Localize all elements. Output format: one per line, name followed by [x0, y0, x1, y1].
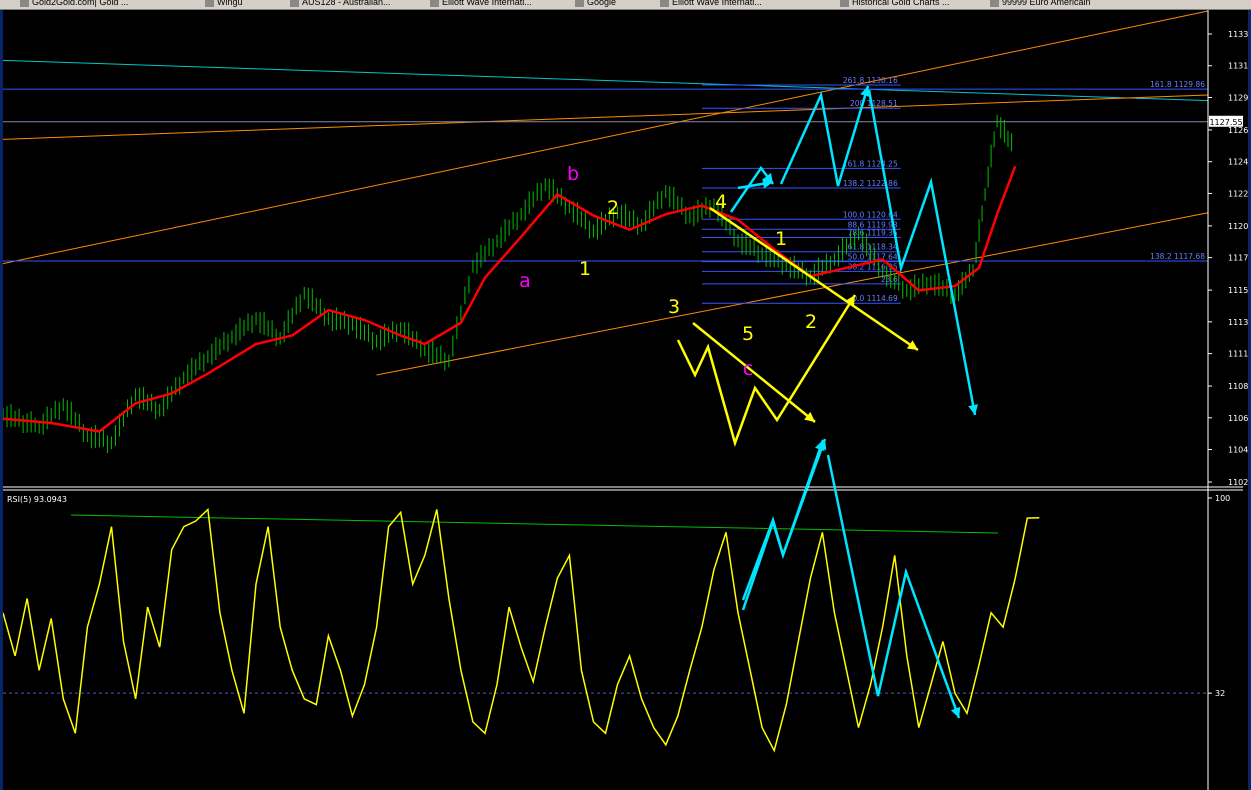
- browser-tab-3[interactable]: Elliott Wave Internati...: [430, 0, 532, 9]
- rsi-title: RSI(5) 93.0943: [7, 495, 67, 504]
- rsi-tick-label: 32: [1215, 689, 1225, 698]
- browser-tab-2[interactable]: AUS128 - Australian...: [290, 0, 391, 9]
- price-tick-label: 1115.62: [1228, 286, 1248, 295]
- browser-tab-label: 99999 Euro Americain: [1002, 0, 1091, 7]
- page-icon: [660, 0, 669, 8]
- current-price-label: 1127.55: [1209, 118, 1242, 127]
- price-tick-label: 1108.82: [1228, 382, 1248, 391]
- wave-label: 2: [805, 311, 817, 333]
- fib-level-label: 161.8 1129.86: [1150, 80, 1205, 89]
- price-tick-label: 1133.77: [1228, 30, 1248, 39]
- fib-level-label: 78.6 1119.35: [848, 228, 898, 237]
- price-tick-label: 1126.97: [1228, 126, 1248, 135]
- wave-label: 4: [715, 191, 727, 213]
- browser-tab-label: Wingu: [217, 0, 243, 7]
- page-icon: [430, 0, 439, 8]
- fib-level-label: 0.0 1114.69: [852, 294, 898, 303]
- price-tick-label: 1120.17: [1228, 222, 1248, 231]
- wave-label: 1: [579, 258, 591, 280]
- price-tick-label: 1117.92: [1228, 254, 1248, 263]
- browser-tab-label: Gold2Gold.com| Gold ...: [32, 0, 129, 7]
- browser-tab-6[interactable]: Historical Gold Charts ...: [840, 0, 950, 9]
- fib-level-label: 23.6: [881, 275, 898, 284]
- chart-background: [3, 10, 1248, 790]
- price-tick-label: 1131.52: [1228, 62, 1248, 71]
- fib-level-label: 161.8 1124.25: [843, 159, 898, 168]
- browser-tab-label: AUS128 - Australian...: [302, 0, 391, 7]
- page-icon: [840, 0, 849, 8]
- price-tick-label: 1122.47: [1228, 189, 1248, 198]
- price-tick-label: 1124.72: [1228, 158, 1248, 167]
- trading-chart[interactable]: 1133.77 1131.52 1129.27 1126.97 1124.72 1122.…: [3, 10, 1248, 790]
- fib-level-label: 261.8 1130.16: [843, 76, 898, 85]
- browser-tab-0[interactable]: Gold2Gold.com| Gold ...: [20, 0, 128, 9]
- wave-label: a: [519, 270, 531, 292]
- fib-level-label: 200 1128.51: [850, 99, 898, 108]
- browser-tab-5[interactable]: Elliott Wave Internati...: [660, 0, 762, 9]
- browser-tab-1[interactable]: Wingu: [205, 0, 243, 9]
- price-tick-label: 1104.32: [1228, 446, 1248, 455]
- price-tick-label: 1111.12: [1228, 350, 1248, 359]
- browser-tab-label: Google: [587, 0, 617, 7]
- fib-level-label: 138.2 1117.68: [1150, 252, 1205, 261]
- price-tick-label: 1113.37: [1228, 318, 1248, 327]
- rsi-tick-label: 100: [1215, 494, 1230, 503]
- price-tick-label: 1102.02: [1228, 478, 1248, 487]
- wave-label: b: [567, 163, 579, 185]
- browser-tab-4[interactable]: Google: [575, 0, 616, 9]
- price-tick-label: 1106.57: [1228, 414, 1248, 423]
- price-tick-label: 1129.27: [1228, 93, 1248, 102]
- browser-tab-label: Elliott Wave Internati...: [672, 0, 762, 7]
- google-icon: [575, 0, 584, 8]
- browser-tab-label: Historical Gold Charts ...: [852, 0, 950, 7]
- wave-label: 2: [607, 197, 619, 219]
- fib-level-label: 138.2 1122.86: [843, 179, 898, 188]
- page-icon: [20, 0, 29, 8]
- wave-label: 5: [742, 323, 754, 345]
- page-icon: [990, 0, 999, 8]
- page-icon: [290, 0, 299, 8]
- page-icon: [205, 0, 214, 8]
- browser-tab-7[interactable]: 99999 Euro Americain: [990, 0, 1091, 9]
- browser-links-bar: Gold2Gold.com| Gold ... Wingu AUS128 - Aus…: [0, 0, 1251, 10]
- fib-level-label: 50.0 1117.64: [848, 253, 898, 262]
- browser-tab-label: Elliott Wave Internati...: [442, 0, 532, 7]
- wave-label: 1: [775, 228, 787, 250]
- fib-level-label: 61.8 1118.34: [848, 243, 898, 252]
- wave-label: c: [743, 358, 753, 380]
- wave-label: 3: [668, 296, 680, 318]
